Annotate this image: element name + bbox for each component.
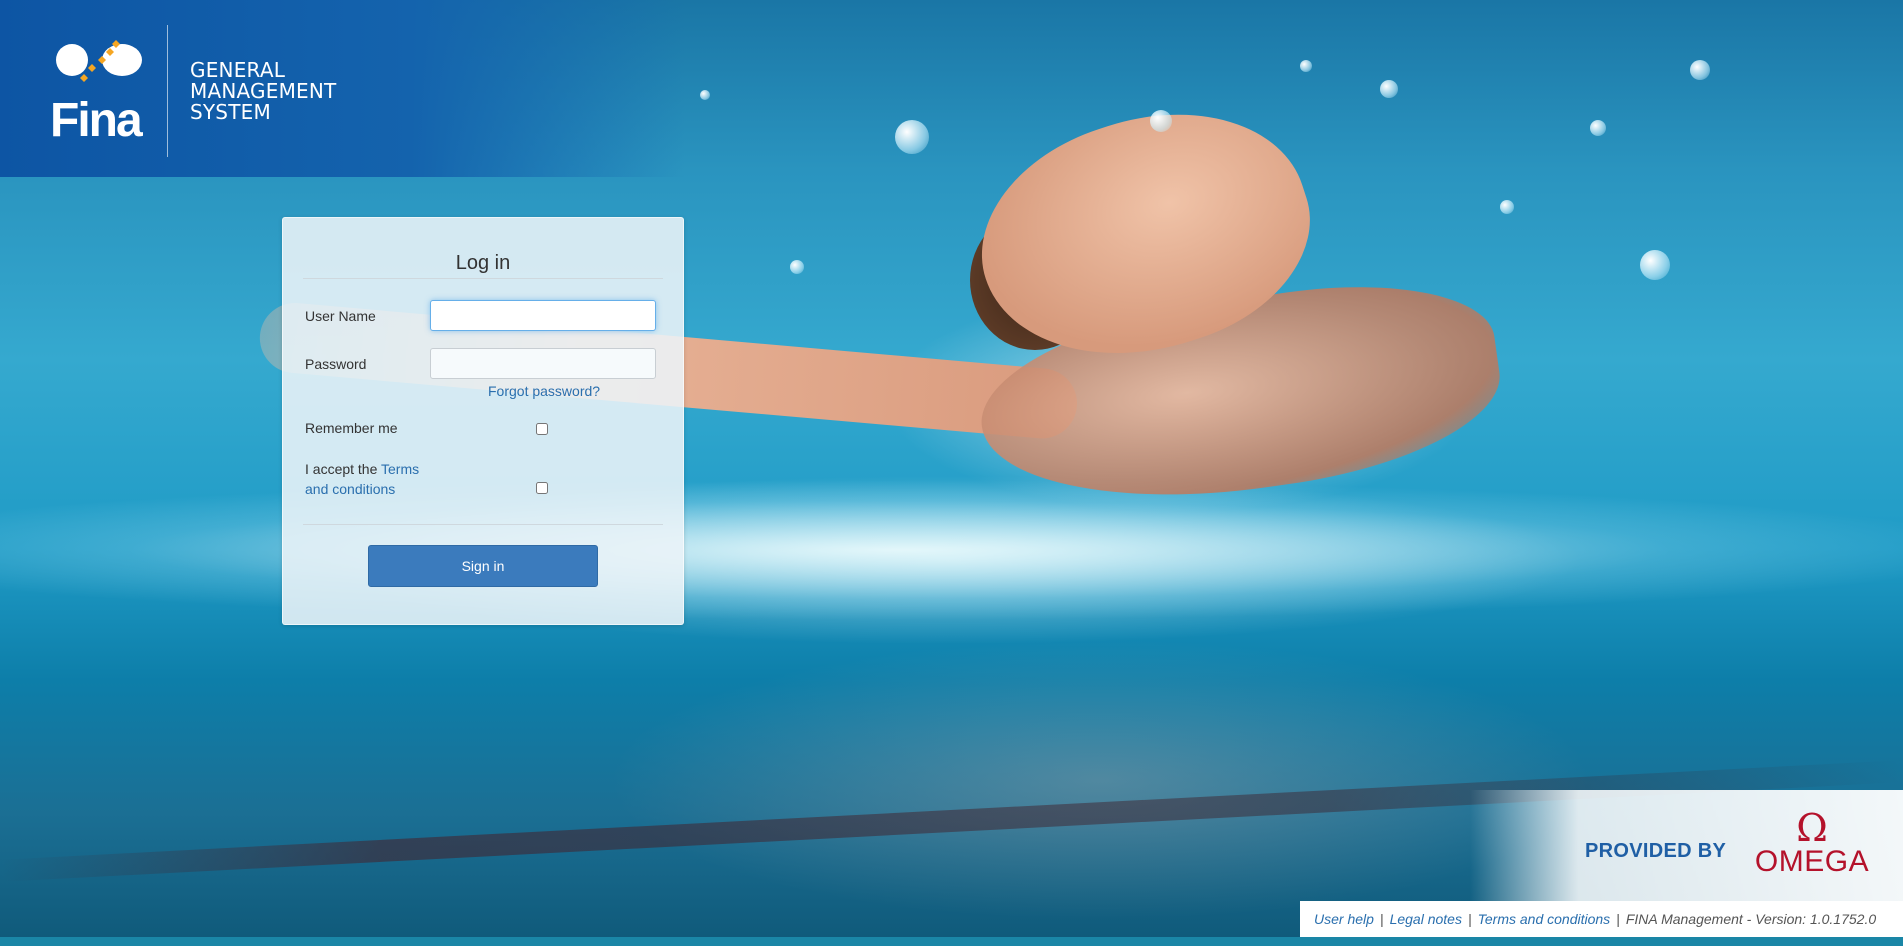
app-title: GENERAL MANAGEMENT SYSTEM bbox=[190, 60, 336, 123]
footer-separator: | bbox=[1379, 911, 1384, 927]
header-divider bbox=[167, 25, 168, 157]
login-panel: Log in User Name Password Forgot passwor… bbox=[282, 217, 684, 625]
app-title-line: GENERAL bbox=[190, 58, 286, 82]
app-header: Fina GENERAL MANAGEMENT SYSTEM bbox=[0, 0, 685, 177]
water-drop bbox=[895, 120, 929, 154]
accept-terms-checkbox[interactable] bbox=[536, 482, 548, 494]
water-drop bbox=[1300, 60, 1312, 72]
provided-by-label: PROVIDED BY bbox=[1585, 840, 1727, 862]
water-drop bbox=[1500, 200, 1514, 214]
forgot-password-link[interactable]: Forgot password? bbox=[488, 383, 600, 399]
water-drop bbox=[700, 90, 710, 100]
globe-icon bbox=[56, 40, 142, 82]
username-label: User Name bbox=[305, 308, 376, 324]
password-label: Password bbox=[305, 356, 367, 372]
login-title: Log in bbox=[455, 252, 511, 274]
footer-separator: | bbox=[1616, 911, 1620, 927]
footer-separator: | bbox=[1467, 911, 1472, 927]
accept-terms-label: I accept the Terms and conditions bbox=[305, 459, 445, 499]
water-drop bbox=[1150, 110, 1172, 132]
accept-prefix: I accept the bbox=[305, 461, 382, 477]
divider bbox=[303, 524, 663, 525]
app-title-line: SYSTEM bbox=[190, 100, 271, 124]
water-drop bbox=[790, 260, 804, 274]
password-input[interactable] bbox=[430, 348, 656, 379]
remember-me-checkbox[interactable] bbox=[536, 423, 548, 435]
sign-in-button[interactable]: Sign in bbox=[368, 545, 598, 587]
fina-logo: Fina bbox=[50, 38, 150, 148]
username-input[interactable] bbox=[430, 300, 656, 331]
terms-conditions-link[interactable]: Terms and conditions bbox=[1478, 911, 1611, 927]
legal-notes-link[interactable]: Legal notes bbox=[1390, 911, 1462, 927]
remember-me-label: Remember me bbox=[305, 420, 398, 436]
omega-wordmark: OMEGA bbox=[1754, 845, 1870, 878]
version-text: FINA Management - Version: 1.0.1752.0 bbox=[1625, 911, 1877, 927]
user-help-link[interactable]: User help bbox=[1314, 911, 1374, 927]
background-photo: Fina GENERAL MANAGEMENT SYSTEM Log in Us… bbox=[0, 0, 1903, 946]
omega-logo: Ω OMEGA bbox=[1742, 806, 1882, 878]
bottom-bar bbox=[0, 937, 1903, 946]
divider bbox=[303, 278, 663, 279]
logo-text: Fina bbox=[50, 94, 143, 147]
water-drop bbox=[1590, 120, 1606, 136]
water-drop bbox=[1640, 250, 1670, 280]
footer-links: User help | Legal notes | Terms and conditio… bbox=[1300, 901, 1903, 937]
water-drop bbox=[1690, 60, 1710, 80]
omega-icon: Ω bbox=[1796, 806, 1828, 850]
water-drop bbox=[1380, 80, 1398, 98]
sponsor-banner: PROVIDED BY Ω OMEGA bbox=[1470, 790, 1903, 902]
app-title-line: MANAGEMENT bbox=[190, 79, 337, 103]
